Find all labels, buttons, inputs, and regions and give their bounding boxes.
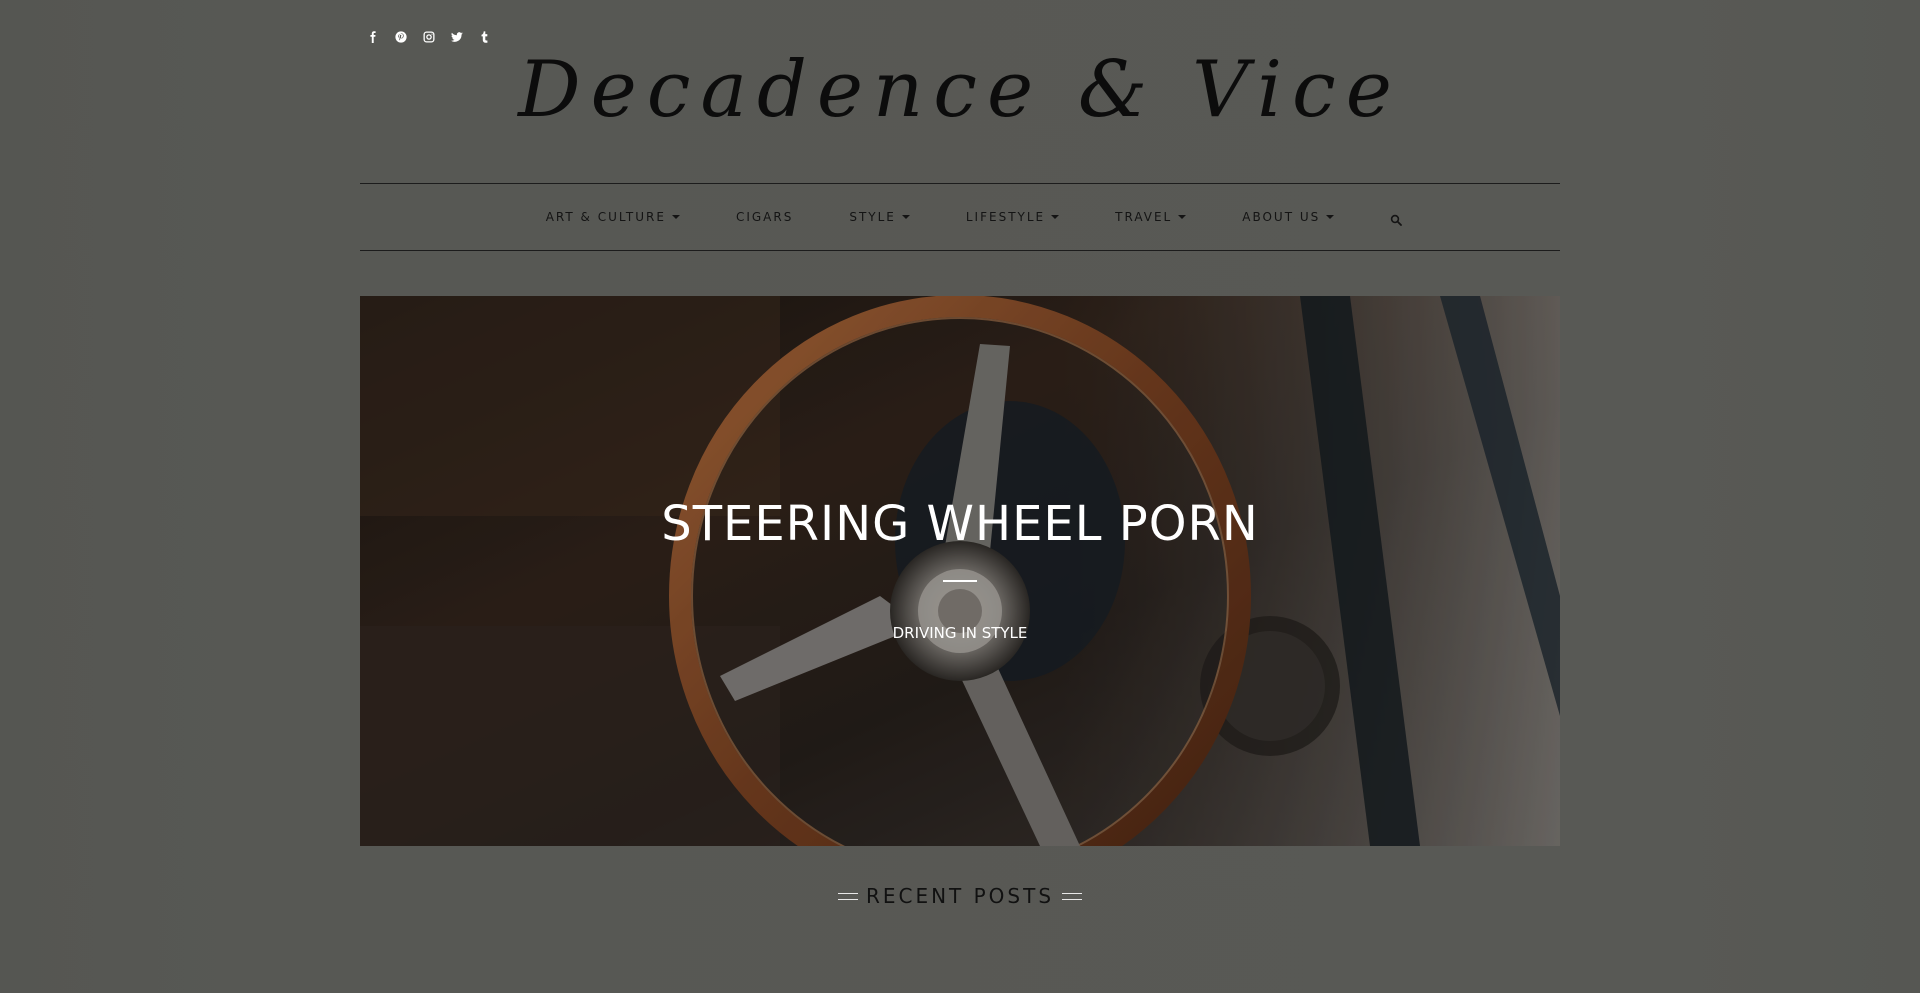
nav-item-label: TRAVEL [1115,210,1173,224]
nav-item-label: ABOUT US [1242,210,1321,224]
main-nav: ART & CULTURE CIGARS STYLE LIFESTYLE TRA… [360,183,1560,251]
facebook-icon[interactable] [366,30,380,44]
nav-item-label: LIFESTYLE [965,210,1046,224]
nav-item-lifestyle[interactable]: LIFESTYLE [965,210,1060,224]
hero-banner[interactable]: STEERING WHEEL PORN DRIVING IN STYLE [360,296,1560,846]
heading-ornament-right [1062,892,1083,900]
caret-down-icon [1178,215,1187,219]
hero-divider [943,580,977,582]
hero-title[interactable]: STEERING WHEEL PORN [360,496,1560,552]
recent-posts-header: RECENT POSTS [360,884,1560,908]
twitter-icon[interactable] [450,30,464,44]
caret-down-icon [1326,215,1335,219]
caret-down-icon [671,215,680,219]
site-logo[interactable]: Decadence & Vice [360,47,1560,134]
nav-item-label: STYLE [849,210,896,224]
site-container: Decadence & Vice ART & CULTURE CIGARS ST… [360,0,1560,993]
caret-down-icon [901,215,910,219]
nav-item-travel[interactable]: TRAVEL [1115,210,1187,224]
search-icon[interactable] [1390,211,1403,226]
tumblr-icon[interactable] [478,30,492,44]
nav-item-label: ART & CULTURE [545,210,666,224]
hero-subtitle[interactable]: DRIVING IN STYLE [360,624,1560,642]
instagram-icon[interactable] [422,30,436,44]
nav-item-style[interactable]: STYLE [849,210,910,224]
nav-item-about-us[interactable]: ABOUT US [1242,210,1335,224]
heading-ornament-left [837,892,858,900]
hero-overlay [360,296,1560,846]
nav-item-cigars[interactable]: CIGARS [736,210,793,224]
social-links [366,30,492,44]
nav-item-label: CIGARS [735,210,794,224]
nav-item-art-culture[interactable]: ART & CULTURE [546,210,680,224]
pinterest-icon[interactable] [394,30,408,44]
caret-down-icon [1051,215,1060,219]
recent-posts-title: RECENT POSTS [865,884,1055,908]
